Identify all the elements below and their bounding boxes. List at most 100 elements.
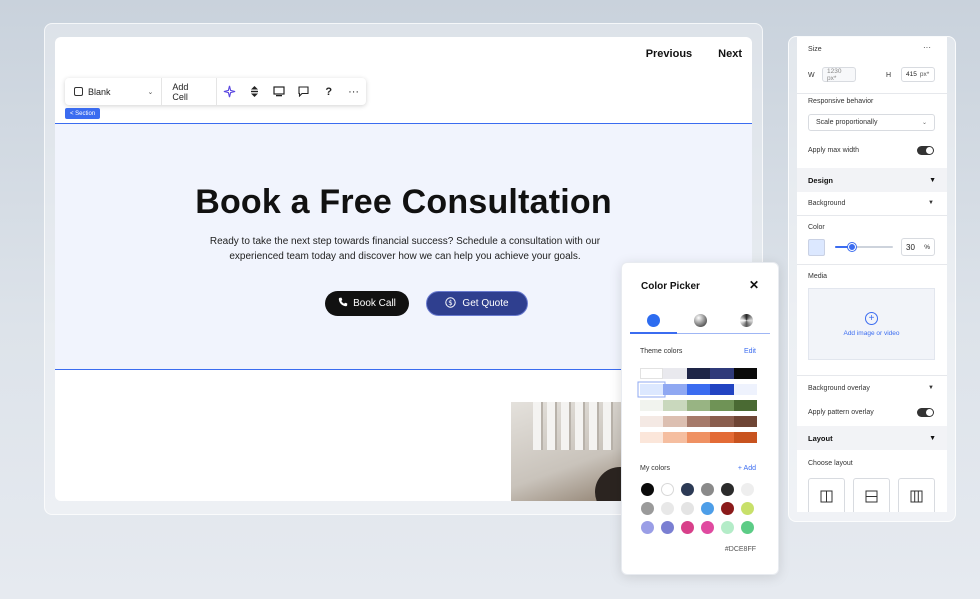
next-link[interactable]: Next: [718, 48, 742, 60]
theme-color-swatch[interactable]: [640, 384, 664, 395]
tab-advanced-gradient[interactable]: [723, 308, 770, 333]
my-color-swatch[interactable]: [701, 521, 714, 534]
theme-color-swatch[interactable]: [686, 432, 711, 443]
opacity-input[interactable]: 30 %: [901, 238, 935, 256]
my-color-swatch[interactable]: [661, 521, 674, 534]
add-color-link[interactable]: + Add: [738, 465, 756, 472]
hero-subtitle: Ready to take the next step towards fina…: [209, 236, 601, 262]
theme-color-swatch[interactable]: [663, 416, 687, 427]
close-icon[interactable]: ✕: [749, 278, 759, 292]
theme-color-swatch[interactable]: [686, 400, 711, 411]
section-tag[interactable]: < Section: [65, 108, 101, 119]
my-color-swatch[interactable]: [681, 521, 694, 534]
max-width-toggle[interactable]: [917, 146, 934, 155]
add-cell-button[interactable]: Add Cell: [162, 78, 218, 105]
theme-color-swatch[interactable]: [663, 384, 687, 395]
theme-color-swatch[interactable]: [733, 400, 758, 411]
ai-sparkle-icon[interactable]: [217, 78, 242, 105]
color-picker-panel: Color Picker ✕ Theme colors Edit My colo…: [621, 262, 779, 575]
opacity-slider-thumb[interactable]: [848, 243, 857, 251]
theme-color-swatch[interactable]: [663, 432, 687, 443]
theme-color-swatch[interactable]: [686, 416, 711, 427]
floating-toolbar: Blank ⌄ Add Cell ? ···: [65, 78, 366, 105]
blank-dropdown[interactable]: Blank ⌄: [65, 78, 163, 105]
photo-shelf: [547, 402, 557, 450]
theme-color-swatch[interactable]: [663, 368, 687, 379]
theme-color-swatch[interactable]: [733, 416, 758, 427]
book-call-label: Book Call: [353, 298, 396, 309]
theme-color-swatch[interactable]: [640, 416, 664, 427]
my-color-swatch[interactable]: [641, 502, 654, 515]
my-color-swatch[interactable]: [701, 502, 714, 515]
book-call-button[interactable]: Book Call: [325, 291, 409, 316]
design-section-header[interactable]: Design ▼: [797, 168, 947, 192]
theme-color-swatch[interactable]: [710, 400, 734, 411]
theme-color-swatch[interactable]: [710, 432, 734, 443]
previous-link[interactable]: Previous: [646, 48, 692, 60]
more-options-icon[interactable]: ···: [341, 78, 366, 105]
my-color-swatch[interactable]: [661, 502, 674, 515]
chevron-down-icon: ⌄: [147, 88, 154, 96]
phone-icon: [338, 297, 348, 310]
my-color-swatch[interactable]: [641, 521, 654, 534]
background-color-swatch[interactable]: [808, 239, 825, 256]
inspector-panel: Size ··· W 1230 px* H 415 px* Responsive…: [797, 37, 947, 512]
theme-color-swatch[interactable]: [710, 416, 734, 427]
my-color-swatch[interactable]: [661, 483, 674, 496]
theme-color-swatch[interactable]: [733, 384, 758, 395]
caret-down-icon[interactable]: ▼: [928, 200, 934, 206]
layout-three-columns-option[interactable]: [898, 478, 935, 512]
theme-color-swatch[interactable]: [640, 432, 664, 443]
theme-color-swatch[interactable]: [710, 368, 734, 379]
tab-solid-color[interactable]: [630, 308, 677, 334]
caret-down-icon[interactable]: ▼: [928, 385, 934, 391]
pattern-overlay-toggle[interactable]: [917, 408, 934, 417]
theme-colors-label: Theme colors: [640, 348, 683, 355]
more-options-icon[interactable]: ···: [923, 43, 931, 52]
size-label: Size: [808, 46, 822, 53]
media-label: Media: [808, 273, 828, 280]
layout-section-header[interactable]: Layout ▼: [797, 426, 947, 450]
width-input[interactable]: 1230 px*: [822, 67, 856, 82]
arrange-icon[interactable]: [242, 78, 267, 105]
height-value: 415: [906, 71, 917, 78]
my-color-swatch[interactable]: [681, 502, 694, 515]
layout-two-columns-option[interactable]: [808, 478, 845, 512]
responsive-dropdown[interactable]: Scale proportionally ⌄: [808, 114, 935, 131]
my-color-swatch[interactable]: [701, 483, 714, 496]
divider: [797, 375, 947, 376]
my-color-swatch[interactable]: [721, 502, 734, 515]
my-color-swatch[interactable]: [741, 502, 754, 515]
layout-two-rows-option[interactable]: [853, 478, 890, 512]
comment-icon[interactable]: [292, 78, 317, 105]
theme-color-swatch[interactable]: [663, 400, 687, 411]
my-color-swatch[interactable]: [721, 483, 734, 496]
help-icon[interactable]: ?: [316, 78, 341, 105]
add-media-box[interactable]: + Add image or video: [808, 288, 935, 360]
my-color-swatch[interactable]: [741, 521, 754, 534]
theme-color-swatch[interactable]: [686, 368, 711, 379]
photo-shelf: [533, 402, 543, 450]
edit-theme-link[interactable]: Edit: [744, 348, 756, 355]
theme-color-swatch[interactable]: [733, 432, 758, 443]
solid-color-icon: [646, 314, 660, 327]
height-input[interactable]: 415 px*: [901, 67, 935, 82]
add-cell-label: Add Cell: [172, 81, 189, 102]
hex-value[interactable]: #DCE8FF: [725, 546, 756, 553]
theme-color-swatch[interactable]: [733, 368, 758, 379]
my-color-swatch[interactable]: [721, 521, 734, 534]
photo-shelf: [561, 402, 571, 450]
theme-color-swatch[interactable]: [686, 384, 711, 395]
theme-color-swatch[interactable]: [640, 400, 664, 411]
get-quote-button[interactable]: $ Get Quote: [426, 291, 528, 316]
theme-color-swatch[interactable]: [640, 368, 664, 379]
theme-color-swatch[interactable]: [710, 384, 734, 395]
my-color-swatch[interactable]: [681, 483, 694, 496]
theme-color-row: [640, 368, 758, 379]
layout-icon[interactable]: [267, 78, 292, 105]
tab-gradient[interactable]: [677, 308, 724, 333]
my-color-swatch[interactable]: [641, 483, 654, 496]
divider: [797, 93, 947, 94]
my-color-swatch[interactable]: [741, 483, 754, 496]
office-photo[interactable]: [511, 402, 631, 501]
